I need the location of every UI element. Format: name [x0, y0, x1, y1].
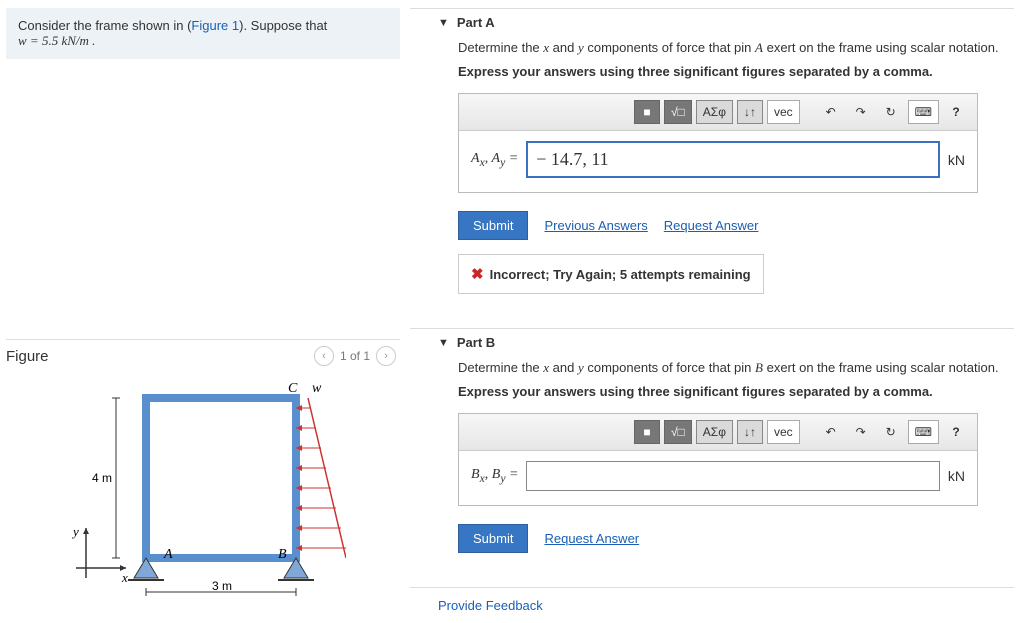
pager-text: 1 of 1 [340, 349, 370, 363]
part-b-question: Determine the x and y components of forc… [458, 360, 1004, 376]
unit-a: kN [948, 152, 965, 168]
part-a-instruction: Express your answers using three signifi… [458, 64, 1004, 79]
reset-button[interactable]: ↻ [878, 100, 904, 124]
part-a-question: Determine the x and y components of forc… [458, 40, 1004, 56]
caret-down-icon: ▼ [438, 17, 449, 29]
part-b-title: Part B [457, 335, 495, 350]
answer-label-a: Ax, Ay = [471, 151, 518, 169]
axis-y-label: y [71, 524, 79, 539]
reset-button[interactable]: ↻ [878, 420, 904, 444]
feedback-text: Incorrect; Try Again; 5 attempts remaini… [490, 267, 751, 282]
greek-button[interactable]: ΑΣφ [696, 100, 733, 124]
provide-feedback-link[interactable]: Provide Feedback [410, 588, 1014, 623]
x-icon: ✖ [471, 266, 484, 283]
request-answer-link-b[interactable]: Request Answer [544, 531, 639, 546]
answer-input-a[interactable]: − 14.7, 11 [526, 141, 940, 178]
answer-label-b: Bx, By = [471, 467, 518, 485]
greek-button[interactable]: ΑΣφ [696, 420, 733, 444]
keyboard-button[interactable]: ⌨ [908, 100, 939, 124]
figure-diagram: y x [6, 374, 400, 605]
w-equation: w = 5.5 kN/m . [18, 33, 95, 48]
pager-prev-button[interactable]: ‹ [314, 346, 334, 366]
sqrt-button[interactable]: √□ [664, 420, 692, 444]
fig-w: w [312, 381, 322, 396]
part-a-header[interactable]: ▼ Part A [410, 8, 1014, 40]
submit-button-a[interactable]: Submit [458, 211, 528, 240]
templates-button[interactable]: ■ [634, 100, 660, 124]
redo-button[interactable]: ↷ [848, 100, 874, 124]
arrows-button[interactable]: ↓↑ [737, 420, 763, 444]
figure-pager: ‹ 1 of 1 › [314, 346, 396, 366]
problem-prompt: Consider the frame shown in (Figure 1). … [6, 8, 400, 59]
sqrt-button[interactable]: √□ [664, 100, 692, 124]
prompt-text-pre: Consider the frame shown in ( [18, 18, 191, 33]
answer-box-a: ■ √□ ΑΣφ ↓↑ vec ↶ ↷ ↻ ⌨ ? Ax, Ay = [458, 93, 978, 193]
keyboard-button[interactable]: ⌨ [908, 420, 939, 444]
part-b-instruction: Express your answers using three signifi… [458, 384, 1004, 399]
undo-button[interactable]: ↶ [818, 420, 844, 444]
fig-A: A [163, 547, 173, 562]
templates-button[interactable]: ■ [634, 420, 660, 444]
fig-4m: 4 m [92, 471, 112, 485]
fig-B: B [278, 547, 287, 562]
equation-toolbar: ■ √□ ΑΣφ ↓↑ vec ↶ ↷ ↻ ⌨ ? [459, 414, 977, 451]
answer-box-b: ■ √□ ΑΣφ ↓↑ vec ↶ ↷ ↻ ⌨ ? Bx, By = [458, 413, 978, 506]
prompt-text-post: ). Suppose that [239, 18, 327, 33]
previous-answers-link[interactable]: Previous Answers [544, 218, 647, 233]
fig-C: C [288, 381, 298, 396]
undo-button[interactable]: ↶ [818, 100, 844, 124]
caret-down-icon: ▼ [438, 337, 449, 349]
figure-title: Figure [6, 348, 49, 365]
vec-button[interactable]: vec [767, 420, 800, 444]
equation-toolbar: ■ √□ ΑΣφ ↓↑ vec ↶ ↷ ↻ ⌨ ? [459, 94, 977, 131]
submit-button-b[interactable]: Submit [458, 524, 528, 553]
arrows-button[interactable]: ↓↑ [737, 100, 763, 124]
figure-link[interactable]: Figure 1 [191, 18, 239, 33]
answer-input-b[interactable] [526, 461, 939, 491]
part-a-title: Part A [457, 15, 495, 30]
feedback-incorrect: ✖ Incorrect; Try Again; 5 attempts remain… [458, 254, 764, 294]
request-answer-link-a[interactable]: Request Answer [664, 218, 759, 233]
fig-3m: 3 m [212, 579, 232, 593]
vec-button[interactable]: vec [767, 100, 800, 124]
help-button[interactable]: ? [943, 420, 969, 444]
unit-b: kN [948, 468, 965, 484]
help-button[interactable]: ? [943, 100, 969, 124]
figure-area: Figure ‹ 1 of 1 › y x [6, 339, 400, 605]
redo-button[interactable]: ↷ [848, 420, 874, 444]
pager-next-button[interactable]: › [376, 346, 396, 366]
part-b-header[interactable]: ▼ Part B [410, 329, 1014, 360]
axis-x-label: x [121, 570, 128, 585]
